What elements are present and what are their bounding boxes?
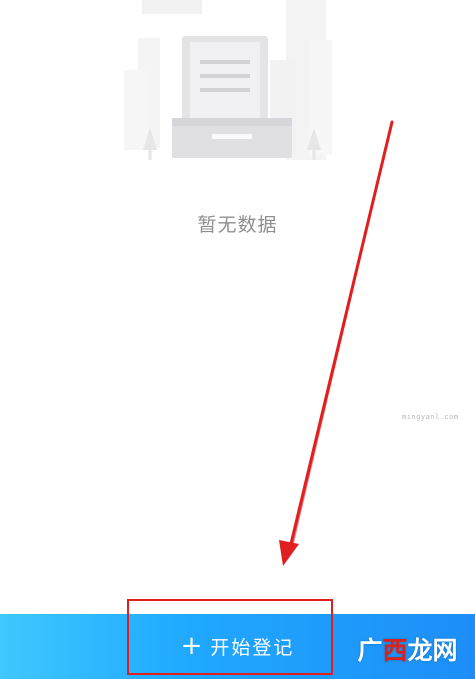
empty-document-tray-icon: [124, 0, 332, 160]
brand-logo: 广西龙网: [340, 624, 475, 674]
empty-state-message: 暂无数据: [197, 214, 278, 236]
brand-logo-part3: 龙网: [407, 636, 458, 665]
page: 暂无数据 mingyanl.com + 开始登记 广西龙网: [0, 0, 475, 679]
plus-icon: +: [180, 630, 203, 661]
watermark-text: mingyanl.com: [402, 413, 459, 421]
start-register-label: 开始登记: [210, 637, 295, 659]
brand-logo-part1: 广: [357, 636, 383, 665]
brand-logo-part2: 西: [382, 636, 408, 665]
